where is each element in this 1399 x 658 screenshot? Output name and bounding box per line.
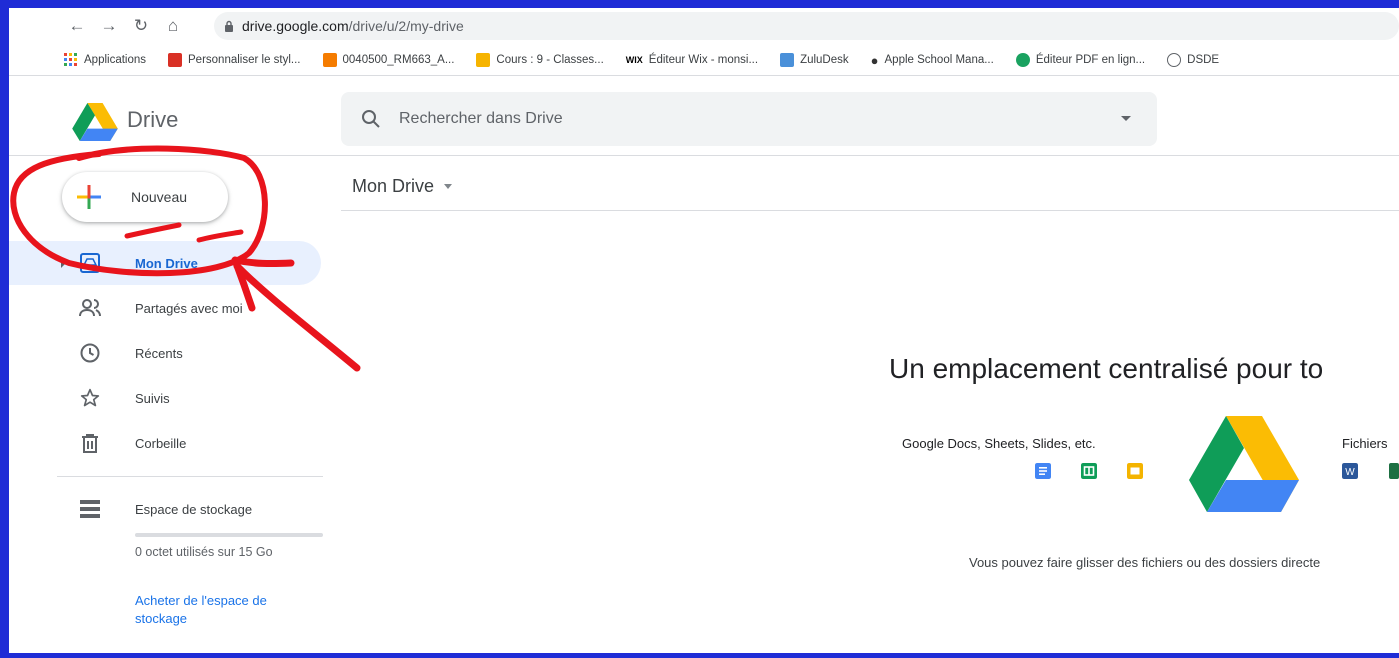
bookmark-label: DSDE <box>1187 54 1220 66</box>
shared-people-icon <box>79 297 101 319</box>
storage-used-text: 0 octet utilisés sur 15 Go <box>135 545 273 559</box>
classroom-icon <box>476 53 491 67</box>
expand-arrow-icon[interactable] <box>61 258 66 268</box>
plus-icon <box>77 185 101 209</box>
bookmark-dsde[interactable]: DSDE <box>1167 53 1219 67</box>
bookmark-label: Applications <box>84 54 147 66</box>
toolbar-divider <box>9 75 1399 76</box>
app-title[interactable]: Drive <box>127 107 178 133</box>
wix-logo: WIX <box>625 55 643 65</box>
google-apps-caption: Google Docs, Sheets, Slides, etc. <box>902 436 1096 451</box>
bookmark-label: Personnaliser le styl... <box>188 54 301 66</box>
sidebar-item-recent[interactable]: Récents <box>9 331 321 375</box>
my-drive-icon <box>79 252 101 274</box>
bookmark-label: Cours : 9 - Classes... <box>496 54 604 66</box>
drop-hint-text: Vous pouvez faire glisser des fichiers o… <box>969 555 1321 570</box>
reload-icon[interactable]: ↻ <box>128 13 154 39</box>
bookmarks-bar: Applications Personnaliser le styl... 00… <box>9 46 1399 74</box>
search-bar[interactable]: Rechercher dans Drive <box>341 92 1157 146</box>
annotation-underline-2 <box>196 229 244 243</box>
sidebar-item-shared[interactable]: Partagés avec moi <box>9 286 321 330</box>
pdf-editor-icon <box>1015 53 1030 67</box>
bookmark-apple-school[interactable]: ● Apple School Mana... <box>871 53 994 68</box>
bookmark-label: Apple School Mana... <box>884 54 994 66</box>
bookmark-label: 0040500_RM663_A... <box>342 54 455 66</box>
bookmark-pdf-editor[interactable]: Éditeur PDF en lign... <box>1015 53 1146 67</box>
back-icon[interactable]: ← <box>64 13 90 39</box>
sidebar-item-starred[interactable]: Suivis <box>9 376 321 420</box>
bookmark-wix[interactable]: WIX Éditeur Wix - monsi... <box>626 54 758 66</box>
search-icon[interactable] <box>361 109 381 129</box>
bookmark-label: Éditeur PDF en lign... <box>1035 54 1146 66</box>
trash-icon <box>79 432 101 454</box>
buy-storage-link[interactable]: Acheter de l'espace de stockage <box>135 592 315 628</box>
content-divider <box>341 210 1399 211</box>
folder-orange-icon <box>322 53 337 67</box>
excel-icon <box>1389 463 1399 479</box>
apple-icon: ● <box>870 52 879 68</box>
home-icon[interactable]: ⌂ <box>160 13 186 39</box>
sidebar-item-label: Récents <box>135 345 183 361</box>
word-icon: W <box>1342 463 1358 479</box>
bookmark-cours[interactable]: Cours : 9 - Classes... <box>476 53 604 67</box>
lock-icon <box>225 20 233 32</box>
office-icon <box>168 53 183 67</box>
breadcrumb-my-drive[interactable]: Mon Drive <box>352 176 434 197</box>
header-divider <box>9 155 1399 156</box>
forward-icon[interactable]: → <box>96 13 122 39</box>
bookmark-zuludesk[interactable]: ZuluDesk <box>780 53 849 67</box>
breadcrumb[interactable]: Mon Drive <box>352 176 453 197</box>
dsde-icon <box>1167 53 1182 67</box>
new-button-label: Nouveau <box>131 189 188 205</box>
sidebar-item-label: Corbeille <box>135 435 187 451</box>
star-icon <box>79 387 101 409</box>
browser-window: ← → ↻ ⌂ drive.google.com/drive/u/2/my-dr… <box>9 8 1399 653</box>
address-bar[interactable]: drive.google.com/drive/u/2/my-drive <box>214 12 1399 40</box>
chevron-down-icon[interactable] <box>444 184 453 189</box>
search-input[interactable]: Rechercher dans Drive <box>399 110 563 128</box>
drive-logo-icon[interactable] <box>71 103 119 141</box>
storage-progress-bar <box>135 533 323 537</box>
sidebar-item-label: Espace de stockage <box>135 501 253 517</box>
sidebar-item-label: Suivis <box>135 390 170 406</box>
sidebar-item-label: Mon Drive <box>135 255 198 271</box>
bookmark-applications[interactable]: Applications <box>64 53 146 67</box>
docs-icon <box>1035 463 1051 479</box>
bookmark-label: Éditeur Wix - monsi... <box>648 54 759 66</box>
search-options-icon[interactable] <box>1121 116 1131 121</box>
files-caption: Fichiers <box>1342 436 1388 451</box>
sheets-icon <box>1081 463 1097 479</box>
apps-grid-icon <box>64 53 77 66</box>
empty-state-title: Un emplacement centralisé pour to <box>889 353 1324 384</box>
sidebar-item-my-drive[interactable]: Mon Drive <box>9 241 321 285</box>
drive-logo-large-icon <box>1189 416 1299 512</box>
svg-text:W: W <box>1345 467 1355 478</box>
slides-icon <box>1127 463 1143 479</box>
sidebar-item-label: Partagés avec moi <box>135 300 243 316</box>
sidebar-divider <box>57 476 323 477</box>
bookmark-rm663[interactable]: 0040500_RM663_A... <box>322 53 455 67</box>
bookmark-label: ZuluDesk <box>800 54 849 66</box>
zuludesk-icon <box>780 53 795 67</box>
annotation-underline-1 <box>124 222 182 239</box>
new-button[interactable]: Nouveau <box>62 172 228 222</box>
bookmark-personnaliser[interactable]: Personnaliser le styl... <box>168 53 301 67</box>
sidebar-item-trash[interactable]: Corbeille <box>9 421 321 465</box>
sidebar-item-storage[interactable]: Espace de stockage <box>9 487 321 531</box>
address-url: drive.google.com/drive/u/2/my-drive <box>242 18 464 34</box>
storage-icon <box>79 498 101 520</box>
clock-icon <box>79 342 101 364</box>
